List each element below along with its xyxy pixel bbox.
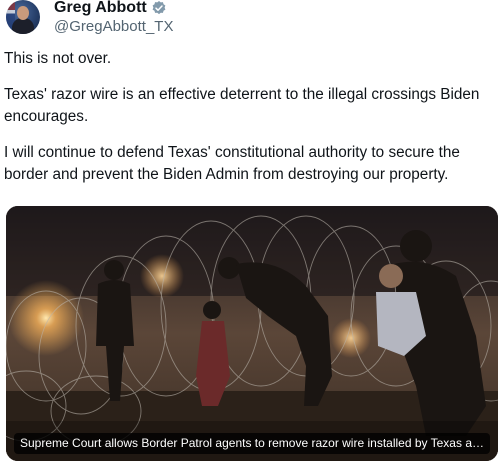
tweet-header: Greg Abbott @GregAbbott_TX	[6, 0, 173, 38]
media-caption[interactable]: Supreme Court allows Border Patrol agent…	[14, 433, 490, 454]
avatar[interactable]	[6, 0, 40, 34]
verified-badge-icon	[152, 1, 166, 15]
name-row: Greg Abbott	[54, 0, 173, 17]
avatar-figure	[12, 18, 34, 34]
tweet-paragraph-2: Texas' razor wire is an effective deterr…	[4, 86, 480, 125]
tweet-paragraph-3: I will continue to defend Texas' constit…	[4, 144, 460, 183]
author-block: Greg Abbott @GregAbbott_TX	[54, 0, 173, 36]
author-handle[interactable]: @GregAbbott_TX	[54, 18, 173, 36]
avatar-face	[17, 6, 29, 20]
tweet-paragraph-1: This is not over.	[4, 50, 112, 67]
tweet-text: This is not over. Texas' razor wire is a…	[4, 48, 496, 200]
tweet-media-image[interactable]: Supreme Court allows Border Patrol agent…	[6, 206, 498, 461]
border-photo	[6, 206, 498, 461]
author-display-name[interactable]: Greg Abbott	[54, 0, 147, 17]
